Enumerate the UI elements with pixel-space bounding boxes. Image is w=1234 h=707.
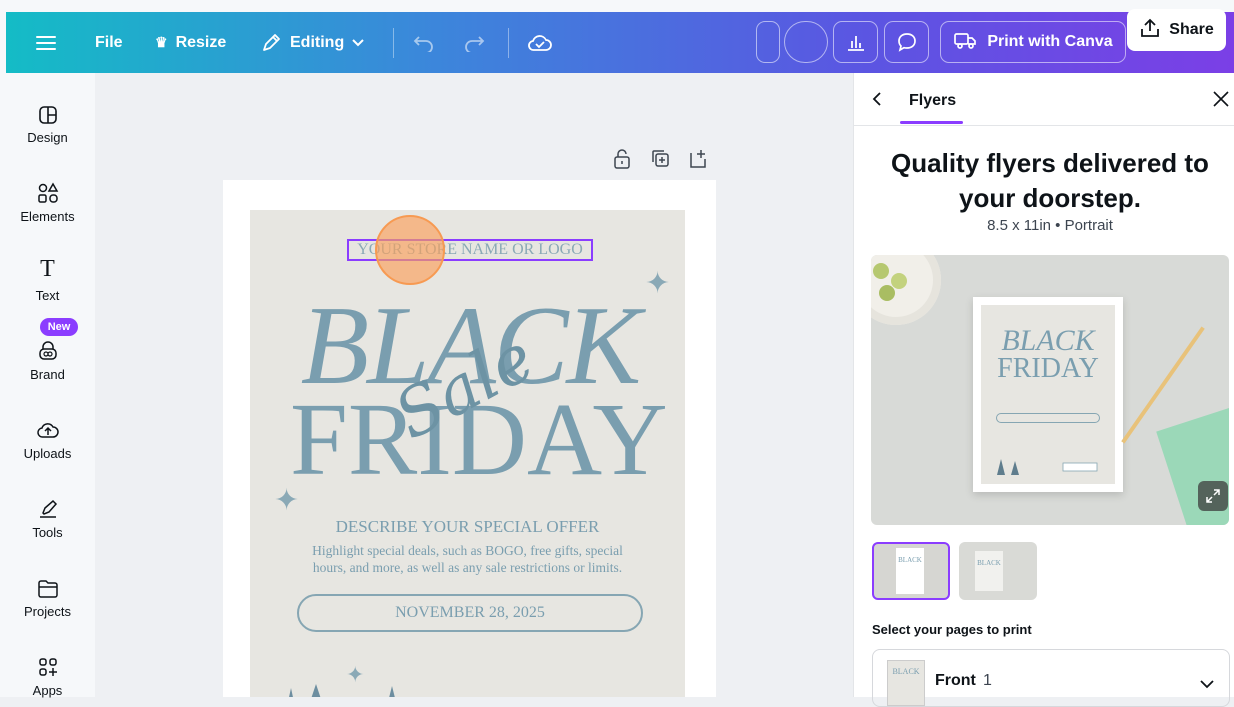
grape-graphic [879, 285, 895, 301]
sidebar-label: Elements [20, 209, 75, 224]
top-bar-gradient: File ♛ Resize Editing Print with Canva [6, 12, 1234, 73]
offer-heading[interactable]: DESCRIBE YOUR SPECIAL OFFER [250, 517, 685, 537]
sidebar-label: Uploads [23, 446, 72, 461]
offer-description[interactable]: Highlight special deals, such as BOGO, f… [250, 542, 685, 576]
redo-icon[interactable] [463, 12, 485, 73]
preview-flyer: BLACK FRIDAY [973, 297, 1123, 492]
resize-label: Resize [175, 33, 227, 51]
pen-tool-icon [37, 490, 59, 520]
sparkle-icon: ✦ [274, 484, 300, 517]
close-icon[interactable] [1212, 90, 1230, 113]
size-spec: 8.5 x 11in • Portrait [987, 217, 1113, 234]
page-count: 1 [983, 672, 992, 689]
page-thumb: BLACK [887, 660, 925, 706]
menu-icon[interactable] [36, 12, 56, 73]
sidebar-item-apps[interactable]: Apps [0, 648, 95, 698]
sidebar-item-design[interactable]: Design [0, 95, 95, 145]
brand-icon [37, 332, 59, 362]
sidebar-label: Design [27, 130, 68, 145]
truck-icon [953, 30, 977, 55]
sidebar-item-uploads[interactable]: Uploads [0, 411, 95, 461]
divider [508, 28, 509, 58]
grape-graphic [873, 263, 889, 279]
preview-flyer-inner: BLACK FRIDAY [981, 305, 1115, 484]
chevron-down-icon [352, 38, 364, 47]
thumbnail-flyer: BLACK [975, 551, 1003, 591]
comment-icon[interactable] [884, 21, 929, 63]
sidebar-label: Brand [30, 367, 65, 382]
duplicate-page-icon[interactable] [650, 148, 670, 175]
page-toolbar [612, 148, 708, 175]
file-menu[interactable]: File [95, 12, 123, 73]
description-line: hours, and more, as well as any sale res… [312, 560, 623, 575]
pencil-icon [260, 32, 282, 54]
layout-icon [38, 95, 58, 125]
headline-line: Quality flyers delivered to [891, 148, 1209, 178]
apps-grid-icon [37, 648, 59, 678]
share-icon [1139, 17, 1161, 44]
print-label: Print with Canva [987, 33, 1113, 50]
thumbnail-flyer: BLACK [896, 548, 924, 594]
preview-black: BLACK [1001, 324, 1095, 357]
shapes-icon [37, 174, 59, 204]
headline-line: your doorstep. [958, 183, 1141, 213]
preview-trees [997, 459, 1098, 475]
grape-graphic [891, 273, 907, 289]
preview-date-box [996, 413, 1100, 423]
share-label: Share [1169, 21, 1214, 38]
sidebar-label: Apps [32, 683, 63, 698]
description-line: Highlight special deals, such as BOGO, f… [312, 543, 623, 558]
page-name: Front [935, 672, 976, 689]
print-with-canva-button[interactable]: Print with Canva [940, 21, 1126, 63]
date-box[interactable]: NOVEMBER 28, 2025 [297, 594, 643, 632]
top-bar: File ♛ Resize Editing Print with Canva S… [0, 0, 1234, 73]
select-pages-label: Select your pages to print [872, 622, 1032, 637]
chevron-down-icon [1200, 676, 1214, 694]
thumbnail-back[interactable]: BLACK [959, 542, 1037, 600]
sidebar-label: Projects [24, 604, 71, 619]
divider [393, 28, 394, 58]
thumbnail-front[interactable]: BLACK [872, 542, 950, 600]
print-panel: Flyers Quality flyers delivered to your … [853, 73, 1234, 707]
crown-icon: ♛ [155, 34, 168, 50]
sidebar-item-text[interactable]: T Text [0, 253, 95, 303]
divider [854, 125, 1234, 126]
cursor-highlight [375, 215, 445, 285]
back-icon[interactable] [871, 91, 883, 112]
thumbnail-text: BLACK [977, 559, 1001, 567]
add-page-icon[interactable] [688, 148, 708, 175]
cloud-upload-icon [36, 411, 60, 441]
sparkle-icon: ✦ [645, 267, 671, 300]
collaborator-placeholder [756, 21, 780, 63]
page-select-dropdown[interactable]: BLACK Front 1 [872, 649, 1230, 707]
preview-friday: FRIDAY [997, 353, 1099, 384]
unlock-icon[interactable] [612, 148, 632, 175]
editing-mode-button[interactable]: Editing [260, 12, 364, 73]
tree-icons [289, 684, 395, 697]
text-icon: T [40, 256, 55, 282]
panel-headline: Quality flyers delivered to your doorste… [854, 146, 1234, 216]
tab-flyers[interactable]: Flyers [909, 92, 956, 110]
resize-button[interactable]: ♛ Resize [155, 12, 226, 73]
flyer-preview-image: BLACK FRIDAY [871, 255, 1229, 525]
folder-icon [37, 569, 59, 599]
editing-label: Editing [290, 33, 345, 51]
sidebar-item-tools[interactable]: Tools [0, 490, 95, 540]
insights-icon[interactable] [833, 21, 878, 63]
avatar[interactable] [784, 21, 828, 63]
sidebar-item-elements[interactable]: Elements [0, 174, 95, 224]
page-thumb-text: BLACK [892, 667, 920, 676]
expand-icon[interactable] [1198, 481, 1228, 511]
undo-icon[interactable] [413, 12, 435, 73]
flyer-design[interactable]: YOUR STORE NAME OR LOGO BLACK FRIDAY Sal… [250, 210, 685, 697]
share-button[interactable]: Share [1127, 9, 1226, 51]
tab-indicator [900, 121, 963, 124]
sidebar-item-projects[interactable]: Projects [0, 569, 95, 619]
sidebar-label: Tools [32, 525, 63, 540]
left-sidebar: Design Elements T Text New Brand Uploads… [0, 73, 95, 698]
cloud-saved-icon[interactable] [527, 12, 553, 73]
thumbnail-text: BLACK [898, 556, 922, 564]
sidebar-label: Text [35, 288, 60, 303]
sidebar-item-brand[interactable]: Brand [0, 332, 95, 382]
